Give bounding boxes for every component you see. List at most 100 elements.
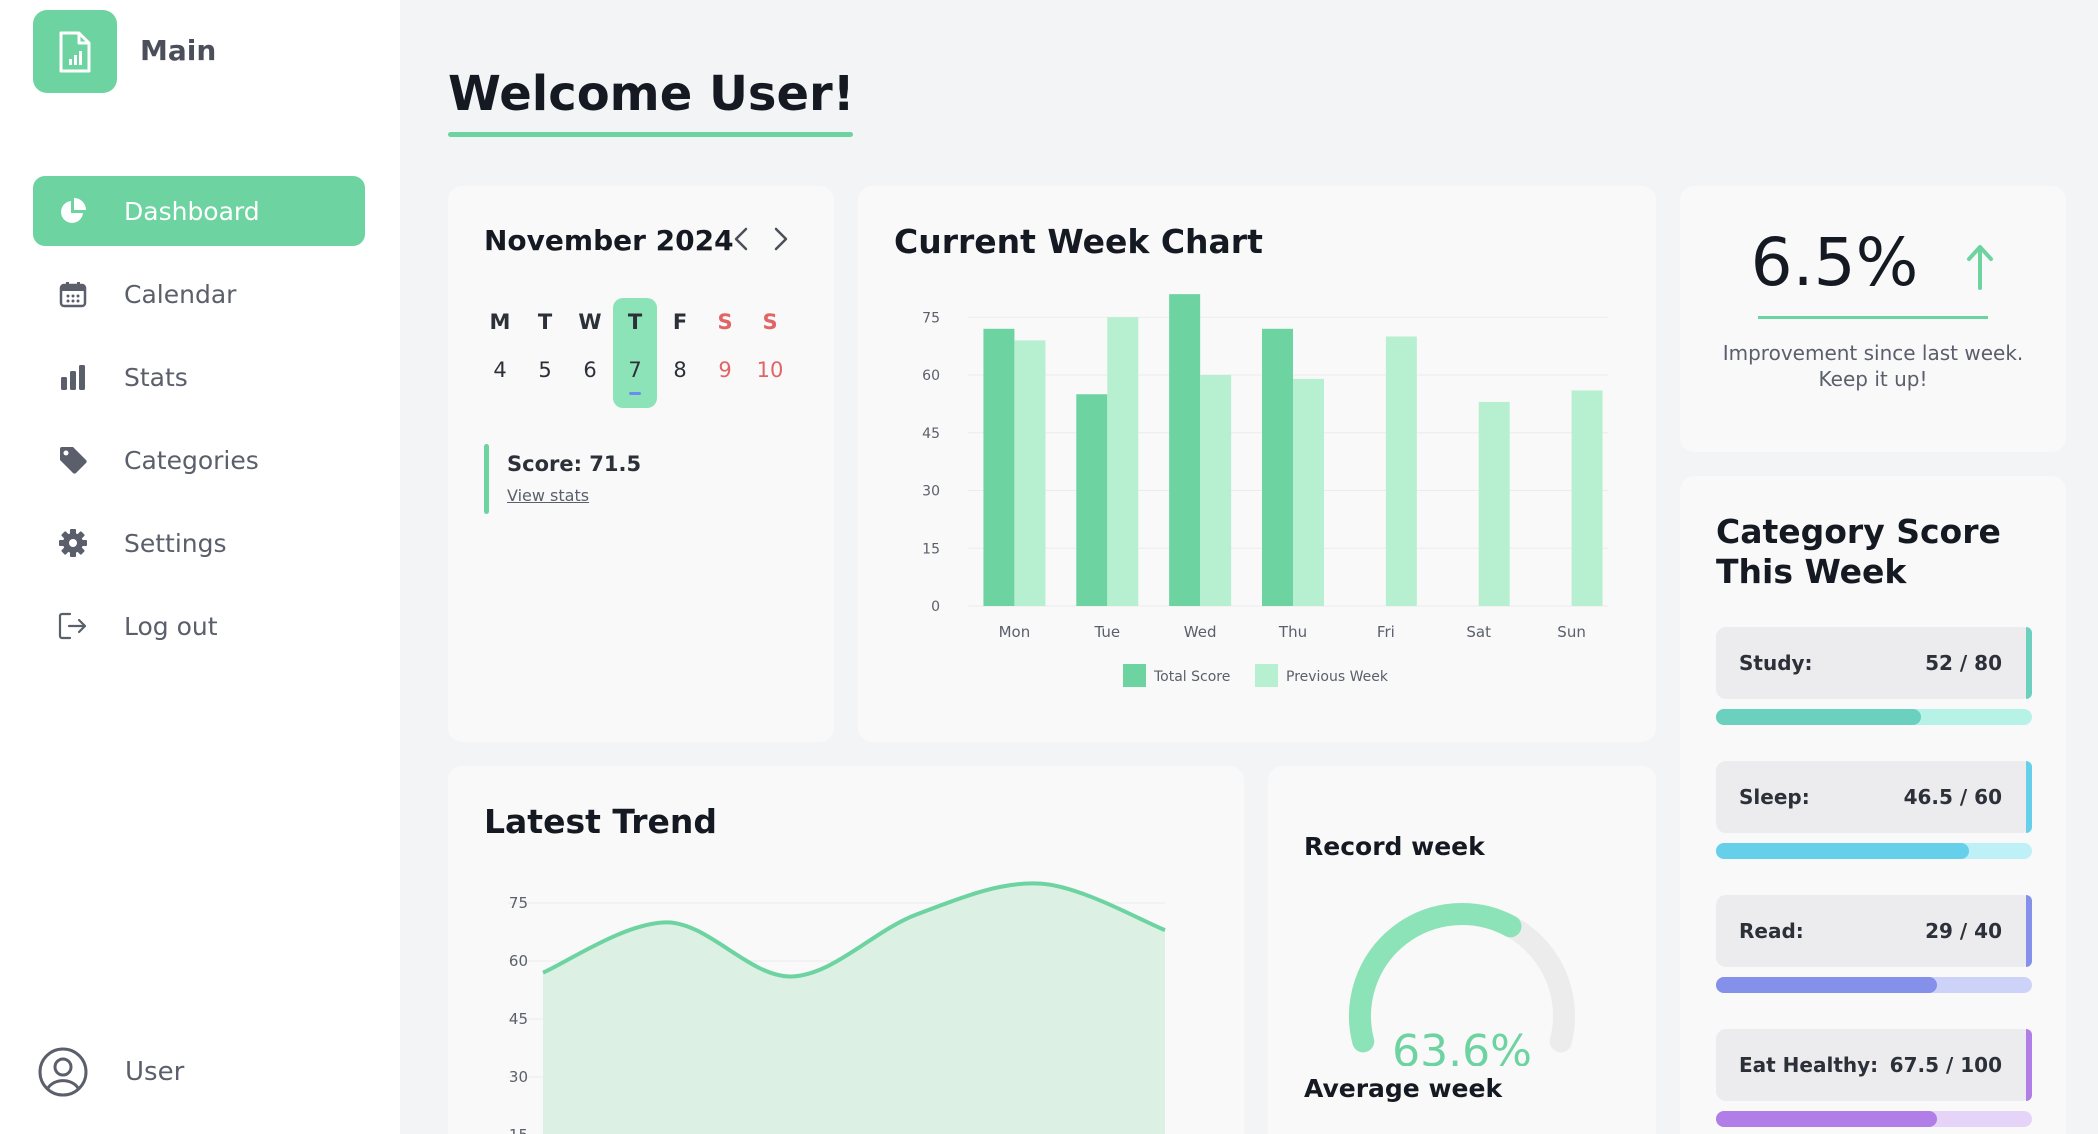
improvement-percent: 6.5% xyxy=(1750,224,1919,301)
improvement-card: 6.5% Improvement since last week. Keep i… xyxy=(1680,186,2066,452)
calendar-icon xyxy=(58,279,88,309)
record-card: Record week 63.6% Average week xyxy=(1268,766,1656,1134)
day-number: 5 xyxy=(538,358,552,382)
arrow-up-icon xyxy=(1967,244,1994,290)
day-name: S xyxy=(717,310,733,334)
y-tick-label: 60 xyxy=(922,368,940,384)
chevron-left-icon xyxy=(734,227,748,251)
y-tick-label: 30 xyxy=(922,484,940,500)
app-logo[interactable] xyxy=(33,10,117,93)
sidebar-item-stats[interactable]: Stats xyxy=(33,342,365,412)
bar-previous-week xyxy=(1385,336,1417,606)
week-chart-card: Current Week Chart 0 15 30 45 60 75 Mon Tue Wed T… xyxy=(858,186,1656,742)
progress-fill xyxy=(1716,977,1938,993)
improvement-line-2: Keep it up! xyxy=(1818,367,1928,391)
progress-fill xyxy=(1716,1111,1938,1127)
calendar-day-weekend[interactable]: S 10 xyxy=(748,298,792,408)
day-number: 10 xyxy=(756,358,784,382)
sidebar-item-categories[interactable]: Categories xyxy=(33,425,365,495)
day-name: F xyxy=(672,310,688,334)
trend-area-chart: 15 30 45 60 75 xyxy=(508,881,1166,1134)
bar-total-score xyxy=(1262,328,1293,606)
improvement-divider xyxy=(1758,316,1988,319)
average-week-label: Average week xyxy=(1304,1074,1503,1103)
sidebar-item-label: Dashboard xyxy=(124,196,260,226)
category-row-sleep[interactable]: Sleep: 46.5 / 60 xyxy=(1716,761,2032,833)
x-tick-label: Sun xyxy=(1557,623,1586,641)
calendar-day-today[interactable]: T 7 xyxy=(613,298,657,408)
day-number: 4 xyxy=(493,358,507,382)
category-name: Sleep: xyxy=(1739,785,1810,809)
title-underline xyxy=(448,132,853,137)
brand-name: Main xyxy=(140,34,217,67)
sidebar-item-label: Log out xyxy=(124,611,218,641)
pie-chart-icon xyxy=(58,196,88,226)
day-number: 7 xyxy=(628,358,642,382)
calendar-day[interactable]: T 5 xyxy=(523,298,567,408)
legend-swatch xyxy=(1255,664,1278,687)
trend-card: Latest Trend 1530456075 xyxy=(448,766,1244,1134)
x-tick-label: Thu xyxy=(1278,623,1307,641)
sidebar: Main Dashboard Calendar Stats Categories… xyxy=(0,0,400,1134)
gauge-fill xyxy=(1349,903,1522,1053)
legend-label: Previous Week xyxy=(1286,669,1389,685)
bar-previous-week xyxy=(1107,317,1139,606)
category-value: 52 / 80 xyxy=(1925,651,2002,675)
category-progress-eat-healthy xyxy=(1716,1111,2032,1127)
sidebar-item-logout[interactable]: Log out xyxy=(33,591,365,661)
document-chart-icon xyxy=(59,31,91,72)
week-bar-chart: 0 15 30 45 60 75 Mon Tue Wed Thu Fri Sat Sun Total Sc… xyxy=(922,294,1608,687)
bar-previous-week xyxy=(1571,390,1603,606)
category-row-eat-healthy[interactable]: Eat Healthy: 67.5 / 100 xyxy=(1716,1029,2032,1101)
category-row-read[interactable]: Read: 29 / 40 xyxy=(1716,895,2032,967)
category-name: Eat Healthy: xyxy=(1739,1053,1879,1077)
calendar-prev-button[interactable] xyxy=(726,222,756,256)
category-card: Category Score This Week Study: 52 / 80 … xyxy=(1680,476,2066,1134)
y-tick-label: 30 xyxy=(509,1068,528,1086)
category-row-study[interactable]: Study: 52 / 80 xyxy=(1716,627,2032,699)
category-accent xyxy=(2026,1029,2032,1101)
y-tick-label: 75 xyxy=(509,894,528,912)
improvement-line-1: Improvement since last week. xyxy=(1722,341,2024,365)
sidebar-item-label: Stats xyxy=(124,362,188,392)
progress-fill xyxy=(1716,843,1969,859)
bar-previous-week xyxy=(1014,340,1046,606)
day-name: T xyxy=(537,310,553,334)
sidebar-item-dashboard[interactable]: Dashboard xyxy=(33,176,365,246)
calendar-next-button[interactable] xyxy=(766,222,796,256)
logout-icon xyxy=(58,611,88,641)
category-value: 67.5 / 100 xyxy=(1889,1053,2002,1077)
day-name: T xyxy=(627,310,643,334)
y-tick-label: 15 xyxy=(509,1126,528,1134)
sidebar-item-calendar[interactable]: Calendar xyxy=(33,259,365,329)
gear-icon xyxy=(58,528,88,558)
view-stats-link[interactable]: View stats xyxy=(507,486,589,505)
calendar-day[interactable]: M 4 xyxy=(478,298,522,408)
record-gauge: 63.6% xyxy=(1349,903,1575,1066)
category-progress-read xyxy=(1716,977,2032,993)
legend-swatch xyxy=(1123,664,1146,687)
category-progress-sleep xyxy=(1716,843,2032,859)
legend-label: Total Score xyxy=(1153,669,1230,685)
bar-total-score xyxy=(1169,294,1201,606)
user-profile[interactable]: User xyxy=(37,1046,184,1098)
calendar-day[interactable]: W 6 xyxy=(568,298,612,408)
category-title: Category Score This Week xyxy=(1716,512,2001,591)
progress-fill xyxy=(1716,709,1922,725)
day-score: Score: 71.5 xyxy=(507,452,642,476)
tag-icon xyxy=(58,445,88,475)
x-tick-label: Wed xyxy=(1184,623,1217,641)
calendar-day-weekend[interactable]: S 9 xyxy=(703,298,747,408)
user-avatar-icon xyxy=(38,1047,88,1097)
calendar-day[interactable]: F 8 xyxy=(658,298,702,408)
sidebar-item-label: Settings xyxy=(124,528,227,558)
category-name: Read: xyxy=(1739,919,1804,943)
page-title: Welcome User! xyxy=(448,66,855,122)
day-number: 6 xyxy=(583,358,597,382)
user-name: User xyxy=(125,1057,185,1087)
score-accent xyxy=(484,444,489,514)
event-indicator xyxy=(629,392,641,395)
category-value: 29 / 40 xyxy=(1925,919,2002,943)
record-value: 63.6% xyxy=(1392,1026,1532,1066)
sidebar-item-settings[interactable]: Settings xyxy=(33,508,365,578)
